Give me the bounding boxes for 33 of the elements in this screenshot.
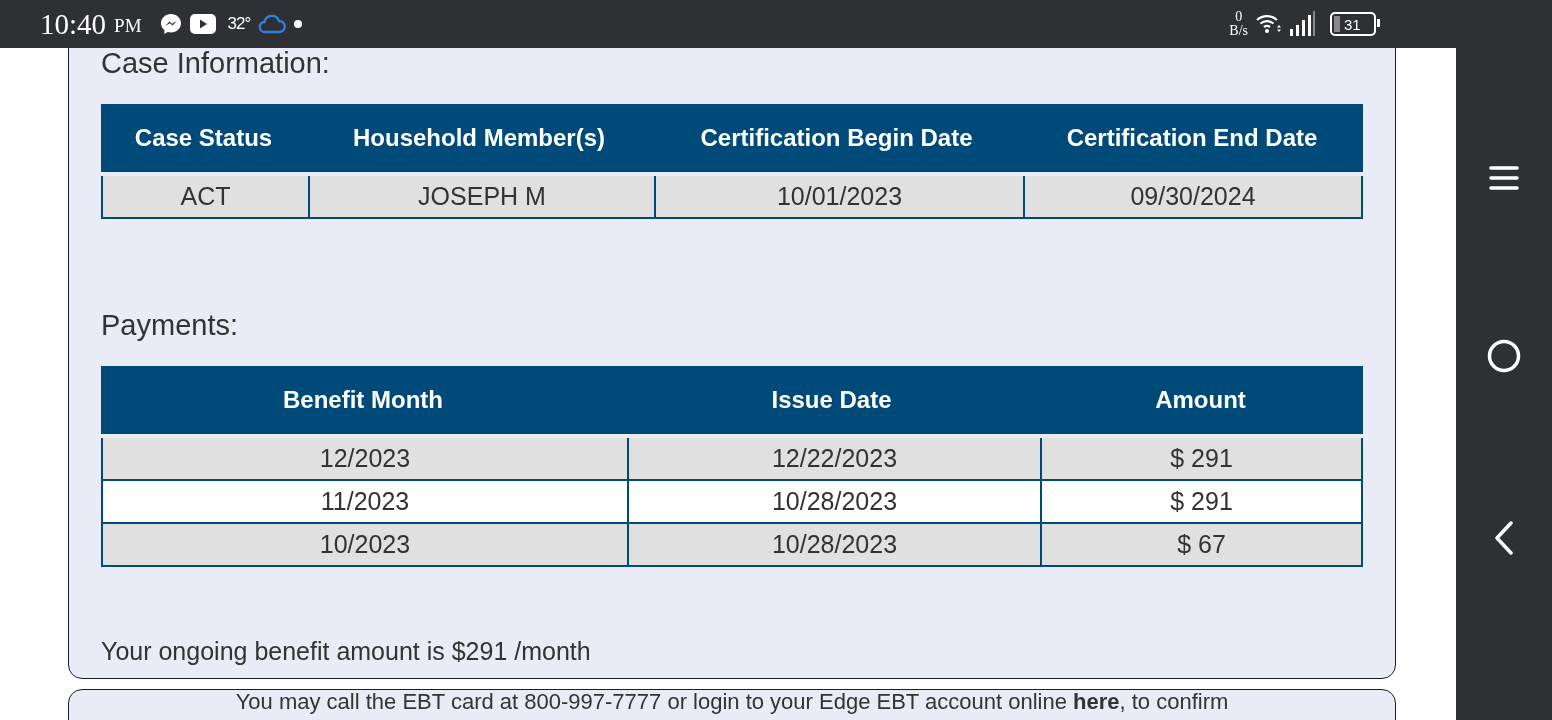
back-icon[interactable] [1494,521,1514,555]
table-cell-text: 11/2023 [319,486,411,517]
signal-icon [1290,11,1316,37]
table-cell: $ 67 [1040,524,1361,565]
network-speed: 0 B/s [1229,10,1248,38]
section-title: Case Information: [101,48,331,80]
info-text: You may call the EBT card at 800-997-7777 or login to your Edge EBT account online here, to confirm [235,689,1229,714]
table-cell: JOSEPH M [308,176,654,217]
column-header: Case Status [133,124,274,152]
table-cell: 10/01/2023 [654,176,1023,217]
column-header: Amount [1154,386,1247,414]
table-cell: 10/28/2023 [627,524,1040,565]
column-header: Certification Begin Date [699,124,974,152]
column-header: Certification End Date [1065,124,1319,152]
section-title: Payments: [101,309,239,342]
menu-icon[interactable] [1489,165,1519,191]
table-cell-text: 12/2023 [318,443,412,474]
benefit-note: Your ongoing benefit amount is $291 /month [101,637,592,666]
column-header: Issue Date [770,386,893,414]
clock-time: 10:40 [40,7,107,41]
table-cell-text: ACT [179,181,232,212]
messenger-icon [159,13,182,35]
column-header: Household Member(s) [352,124,606,152]
table-cell: 09/30/2024 [1023,176,1361,217]
temperature: 32° [227,14,251,34]
clock-meridiem: PM [114,15,142,37]
table-cell-text: 10/2023 [318,529,412,560]
wifi-icon [1256,14,1282,34]
column-header: Benefit Month [282,386,444,414]
play-icon [189,14,216,34]
cloud-icon [258,14,287,34]
home-icon[interactable] [1487,339,1521,373]
dot-icon [294,20,303,28]
